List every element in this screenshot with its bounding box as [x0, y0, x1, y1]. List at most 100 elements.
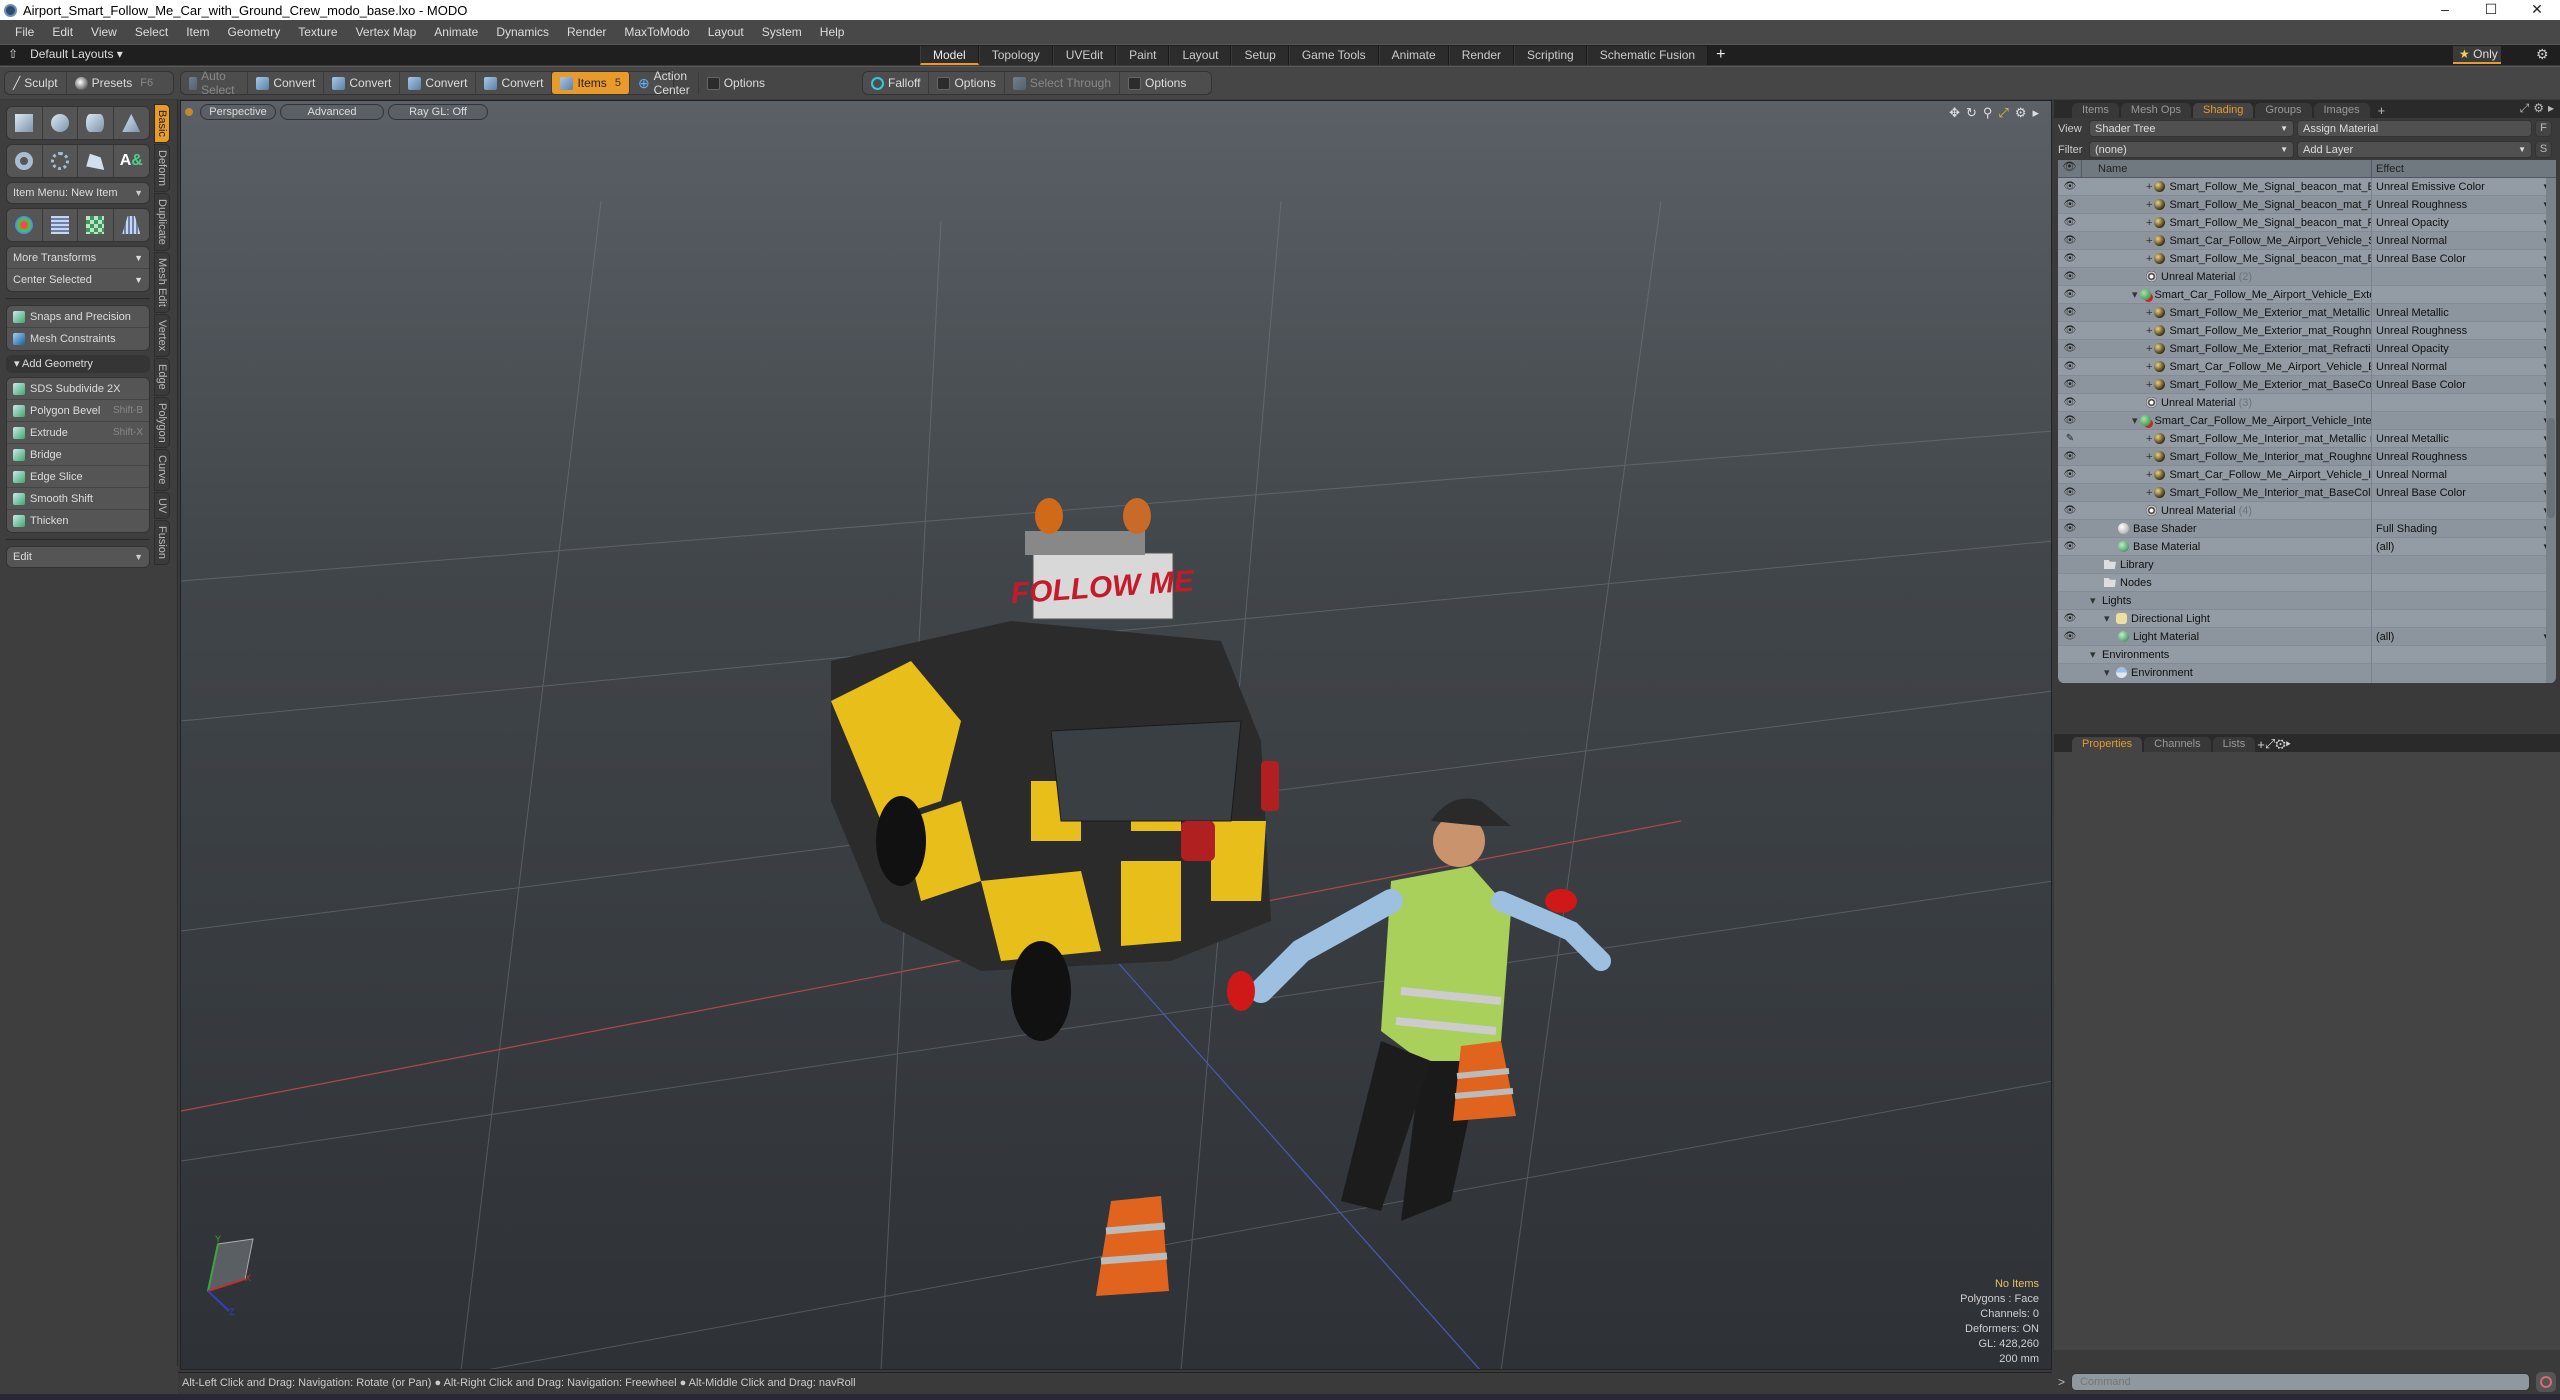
close-button[interactable]: ✕ [2514, 0, 2560, 20]
shader-tree-row[interactable]: 👁Unreal Material(2)▼ [2058, 267, 2556, 286]
f-button[interactable]: F [2535, 120, 2552, 137]
tool-bridge[interactable]: Bridge [7, 444, 149, 466]
deform-grid-tool[interactable] [43, 209, 78, 241]
menu-maxtomodo[interactable]: MaxToModo [615, 25, 698, 39]
visibility-eye-icon[interactable]: 👁 [2058, 343, 2082, 354]
gear-icon[interactable]: ⚙ [2536, 46, 2549, 63]
action-center-button[interactable]: ⊕ Action Center [630, 69, 699, 97]
add-layout-tab-button[interactable]: + [1708, 46, 1733, 65]
filter-dropdown[interactable]: (none) ▼ [2089, 141, 2294, 158]
shading-tab-groups[interactable]: Groups [2255, 103, 2312, 118]
shader-tree-row[interactable]: Library [2058, 555, 2556, 574]
shader-tree-row[interactable]: ▾ Environments [2058, 645, 2556, 664]
tool-sds-subdivide-2x[interactable]: SDS Subdivide 2X [7, 378, 149, 400]
command-input[interactable] [2071, 1373, 2530, 1391]
maximize-viewport-icon[interactable]: ⤢ [1998, 105, 2008, 121]
panel-gear-icon[interactable]: ⚙ [2533, 101, 2544, 116]
expand-plus-icon[interactable]: + [2146, 361, 2152, 373]
maximize-button[interactable]: ☐ [2468, 0, 2514, 20]
layout-tab-game-tools[interactable]: Game Tools [1288, 46, 1379, 65]
shader-tree-row[interactable]: 👁 + Smart_Car_Follow_Me_Airport_Vehicle_In… [2058, 465, 2556, 484]
shader-tree-row[interactable]: 👁Unreal Material(3)▼ [2058, 393, 2556, 412]
ground-crew-figure[interactable] [1227, 798, 1611, 1222]
layout-tab-animate[interactable]: Animate [1378, 46, 1449, 65]
scrollbar-thumb[interactable] [2547, 418, 2555, 518]
visibility-eye-icon[interactable]: 👁 [2058, 307, 2082, 318]
collapse-triangle-icon[interactable]: ▾ [2132, 414, 2138, 427]
view-dropdown[interactable]: Shader Tree ▼ [2089, 120, 2294, 137]
shader-tree-row[interactable]: ▾ Environment [2058, 663, 2556, 682]
select-through-options-button[interactable]: Options [1120, 72, 1194, 94]
visibility-eye-icon[interactable]: 👁 [2058, 505, 2082, 516]
menu-geometry[interactable]: Geometry [219, 25, 290, 39]
layout-up-icon[interactable]: ⇧ [8, 47, 18, 61]
collapse-triangle-icon[interactable]: ▾ [2132, 288, 2138, 301]
visibility-eye-icon[interactable]: 👁 [2058, 253, 2082, 264]
visibility-eye-icon[interactable]: 👁 [2058, 469, 2082, 480]
shader-tree-row[interactable]: 👁Base ShaderFull Shading▼ [2058, 519, 2556, 538]
expand-plus-icon[interactable]: + [2146, 181, 2152, 193]
expand-plus-icon[interactable]: + [2146, 487, 2152, 499]
shader-tree-row[interactable]: 👁 + Smart_Follow_Me_Signal_beacon_mat_Refr… [2058, 213, 2556, 232]
shader-tree-row[interactable]: Nodes [2058, 573, 2556, 592]
vtab-deform[interactable]: Deform [154, 143, 170, 192]
visibility-eye-icon[interactable]: 👁 [2058, 451, 2082, 462]
presets-button[interactable]: Presets F6 [67, 72, 162, 94]
collapse-triangle-icon[interactable]: ▾ [2104, 612, 2114, 625]
center-selected-dropdown[interactable]: Center Selected ▼ [7, 269, 149, 291]
expand-plus-icon[interactable]: + [2146, 469, 2152, 481]
menu-texture[interactable]: Texture [289, 25, 346, 39]
convert-polygons-button[interactable]: Convert [400, 72, 477, 94]
visibility-eye-icon[interactable]: 👁 [2058, 415, 2082, 426]
shader-tree-row[interactable]: 👁 + Smart_Follow_Me_Exterior_mat_BaseColor… [2058, 375, 2556, 394]
visibility-eye-icon[interactable]: 👁 [2058, 217, 2082, 228]
shading-tab-mesh-ops[interactable]: Mesh Ops [2120, 103, 2192, 118]
menu-select[interactable]: Select [126, 25, 177, 39]
tool-smooth-shift[interactable]: Smooth Shift [7, 488, 149, 510]
visibility-eye-icon[interactable]: 👁 [2058, 235, 2082, 246]
shader-tree-row[interactable]: 👁 ▾ Smart_Car_Follow_Me_Airport_Vehicle_In… [2058, 411, 2556, 430]
panel-arrow-icon[interactable]: ▸ [2286, 736, 2291, 751]
follow-me-car-model[interactable]: FOLLOW ME [831, 498, 1279, 1041]
shader-tree-row[interactable]: 👁 + Smart_Car_Follow_Me_Airport_Vehicle_Ex… [2058, 357, 2556, 376]
shader-tree-row[interactable]: 👁 + Smart_Follow_Me_Signal_beacon_mat_Base… [2058, 249, 2556, 268]
visibility-eye-icon[interactable]: 👁 [2058, 487, 2082, 498]
add-geometry-section[interactable]: ▾ Add Geometry [6, 355, 150, 373]
expand-plus-icon[interactable]: + [2146, 253, 2152, 265]
expand-plus-icon[interactable]: + [2146, 433, 2152, 445]
vtab-edge[interactable]: Edge [154, 357, 170, 396]
shader-tree-row[interactable]: 👁+Smart_Follow_Me_Exterior_mat_Metallic(… [2058, 303, 2556, 322]
expand-plus-icon[interactable]: + [2146, 343, 2152, 355]
s-button[interactable]: S [2535, 141, 2552, 158]
sphere-tool[interactable] [43, 107, 78, 139]
vtab-uv[interactable]: UV [154, 491, 170, 520]
traffic-cone[interactable] [1096, 1196, 1169, 1296]
shader-tree-row[interactable]: 👁 + Smart_Car_Follow_Me_Airport_Vehicle_Si… [2058, 231, 2556, 250]
tool-extrude[interactable]: Extrude Shift-X [7, 422, 149, 444]
layout-tab-layout[interactable]: Layout [1169, 46, 1232, 65]
paint-brush-icon[interactable]: ✎ [2058, 433, 2082, 444]
shader-tree-row[interactable]: 👁Unreal Material(4)▼ [2058, 501, 2556, 520]
properties-tab-lists[interactable]: Lists [2212, 737, 2256, 752]
shader-tree-row[interactable]: 👁Base Material(all)▼ [2058, 537, 2556, 556]
layout-tab-paint[interactable]: Paint [1116, 46, 1170, 65]
shading-tab-shading[interactable]: Shading [2193, 103, 2254, 118]
menu-layout[interactable]: Layout [699, 25, 753, 39]
shader-tree-row[interactable]: 👁 ▾ Smart_Car_Follow_Me_Airport_Vehicle_Ex… [2058, 285, 2556, 304]
add-layer-dropdown[interactable]: Add Layer ▼ [2297, 141, 2532, 158]
visibility-eye-icon[interactable]: 👁 [2058, 289, 2082, 300]
visibility-eye-icon[interactable]: 👁 [2058, 523, 2082, 534]
add-tab-button[interactable]: + [2257, 737, 2265, 752]
collapse-triangle-icon[interactable]: ▾ [2104, 666, 2114, 679]
falloff-options-button[interactable]: Options [929, 72, 1005, 94]
name-column-header[interactable]: Name [2082, 160, 2372, 177]
record-macro-button[interactable] [2536, 1372, 2556, 1392]
convert-materials-button[interactable]: Convert [476, 72, 553, 94]
only-toggle[interactable]: ★ Only [2453, 46, 2501, 64]
layout-tab-render[interactable]: Render [1448, 46, 1515, 65]
raygl-toggle[interactable]: Ray GL: Off [388, 104, 488, 120]
minimize-button[interactable]: – [2422, 0, 2468, 20]
vtab-vertex[interactable]: Vertex [154, 313, 170, 357]
items-mode-button[interactable]: Items 5 [552, 72, 630, 94]
panel-arrow-icon[interactable]: ▸ [2548, 101, 2554, 116]
